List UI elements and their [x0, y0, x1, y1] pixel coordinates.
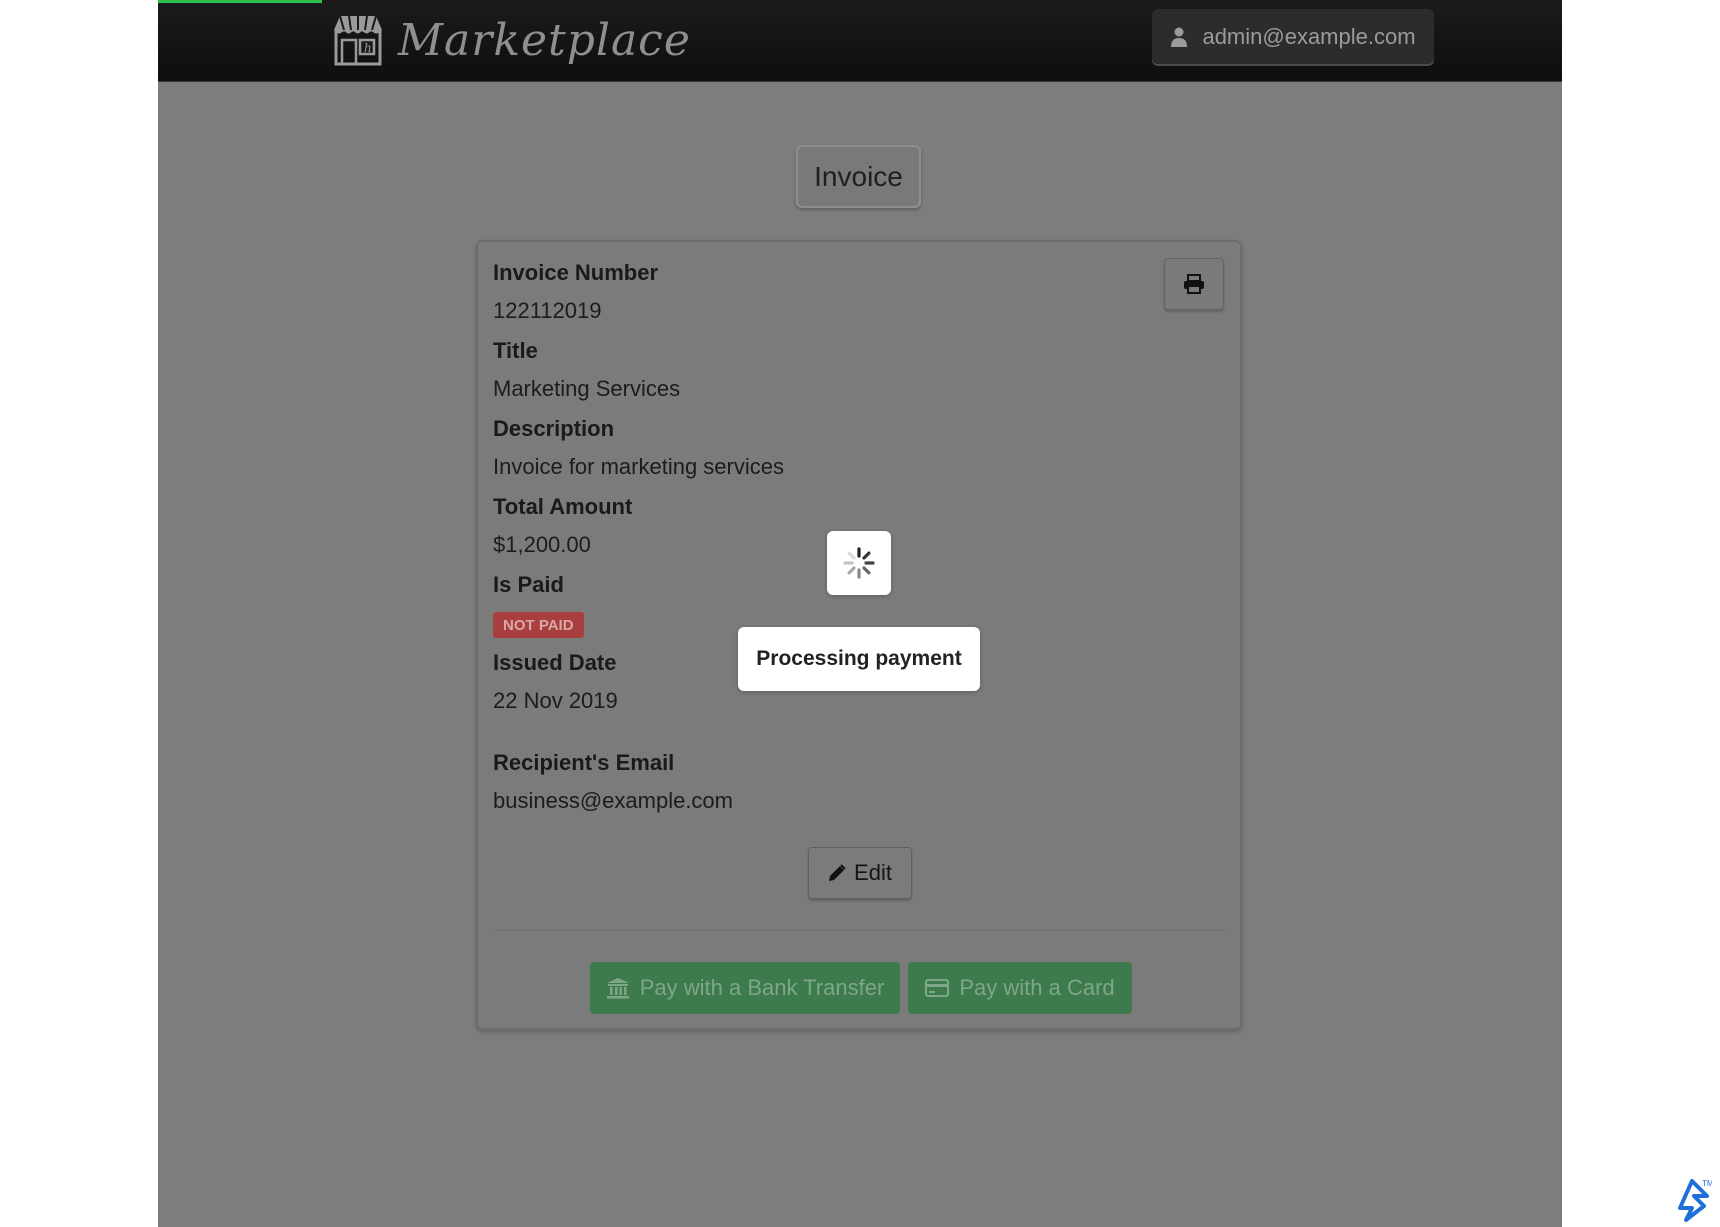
divider	[493, 930, 1227, 931]
bank-icon	[606, 978, 629, 999]
app-window: h Marketplace admin@example.com Invoice …	[158, 0, 1562, 1227]
recipient-email-label: Recipient's Email	[493, 750, 675, 775]
pay-bank-transfer-label: Pay with a Bank Transfer	[639, 975, 885, 1000]
total-amount-label: Total Amount	[493, 494, 633, 519]
svg-text:h: h	[364, 41, 372, 55]
invoice-number-value: 122112019	[493, 298, 602, 323]
storefront-icon: h	[334, 15, 382, 66]
page-title: Invoice	[796, 145, 921, 208]
description-label: Description	[493, 416, 615, 441]
recipient-email-value: business@example.com	[493, 788, 733, 813]
issued-date-label: Issued Date	[493, 650, 617, 675]
invoice-number-label: Invoice Number	[493, 260, 659, 285]
brand-watermark-icon: TM	[1678, 1179, 1712, 1222]
processing-payment-toast: Processing payment	[738, 627, 980, 691]
pencil-icon	[829, 864, 846, 881]
top-navbar: h Marketplace admin@example.com	[158, 0, 1562, 82]
print-button[interactable]	[1164, 258, 1224, 310]
pay-bank-transfer-button[interactable]: Pay with a Bank Transfer	[590, 962, 900, 1014]
loading-progress-bar	[158, 0, 322, 3]
edit-button[interactable]: Edit	[808, 847, 912, 899]
pay-card-label: Pay with a Card	[959, 975, 1115, 1000]
description-value: Invoice for marketing services	[493, 454, 784, 479]
user-icon	[1171, 27, 1188, 47]
is-paid-label: Is Paid	[493, 572, 564, 597]
title-value: Marketing Services	[493, 376, 681, 401]
brand-name: Marketplace	[398, 14, 691, 66]
user-account-button[interactable]: admin@example.com	[1152, 9, 1434, 64]
credit-card-icon	[925, 979, 950, 997]
spinner-icon	[843, 547, 875, 579]
issued-date-value: 22 Nov 2019	[493, 688, 618, 713]
edit-button-label: Edit	[854, 860, 892, 885]
status-badge: NOT PAID	[493, 612, 584, 638]
loading-spinner	[827, 531, 891, 595]
svg-text:TM: TM	[1702, 1179, 1712, 1188]
pay-card-button[interactable]: Pay with a Card	[908, 962, 1132, 1014]
brand-logo[interactable]: h Marketplace	[330, 10, 691, 70]
printer-icon	[1184, 274, 1204, 294]
title-label: Title	[493, 338, 538, 363]
total-amount-value: $1,200.00	[493, 532, 591, 557]
user-email: admin@example.com	[1202, 23, 1416, 49]
